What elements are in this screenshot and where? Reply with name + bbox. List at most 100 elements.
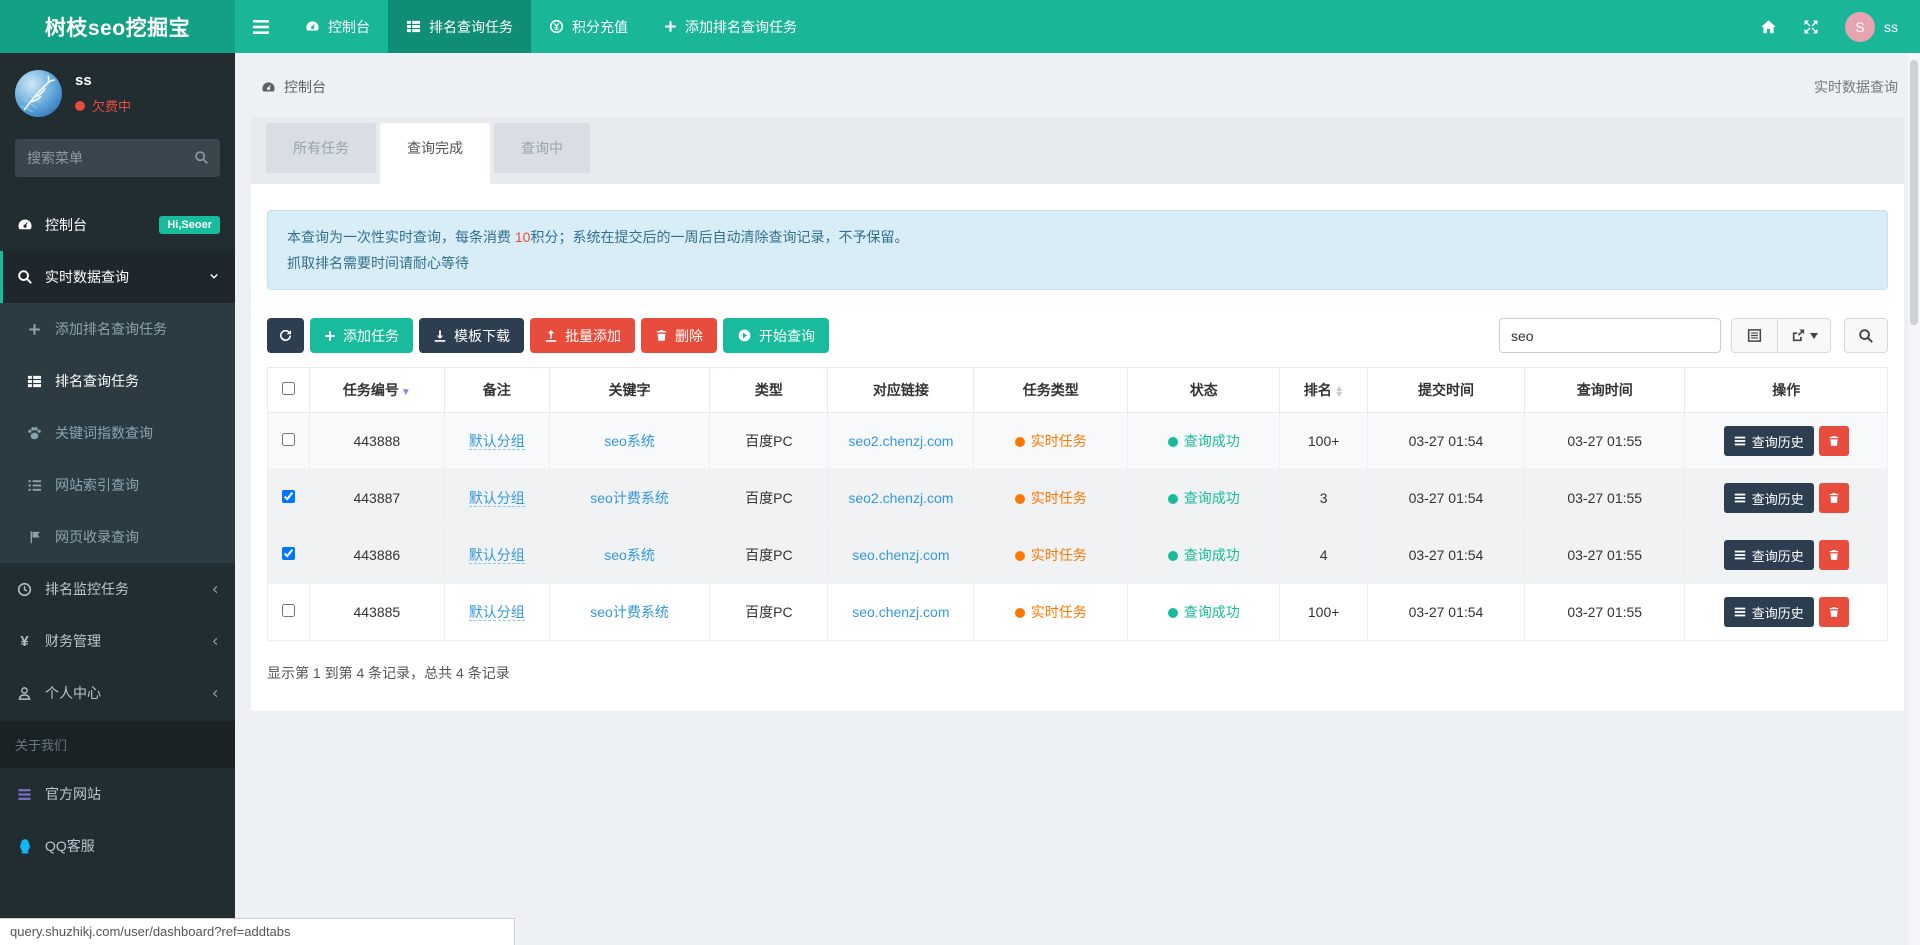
sidebar-item-site-index[interactable]: 网站索引查询 bbox=[0, 459, 235, 511]
nav-label-rank-tasks: 排名查询任务 bbox=[429, 17, 513, 37]
sidebar-toggle-button[interactable] bbox=[235, 0, 287, 53]
group-link[interactable]: 默认分组 bbox=[469, 547, 525, 564]
export-button[interactable] bbox=[1777, 318, 1831, 353]
nav-item-add-task[interactable]: 添加排名查询任务 bbox=[646, 0, 815, 53]
account-status: 欠费中 bbox=[75, 96, 131, 115]
task-panel: 所有任务 查询完成 查询中 本查询为一次性实时查询，每条消费 10积分；系统在提… bbox=[251, 117, 1904, 711]
nav-item-credits[interactable]: 积分充值 bbox=[531, 0, 646, 53]
sidebar-item-rank-query-tasks[interactable]: 排名查询任务 bbox=[0, 355, 235, 407]
table-icon bbox=[406, 19, 421, 34]
sort-desc-icon: ▼ bbox=[401, 387, 411, 398]
sidebar-item-rank-monitor[interactable]: 排名监控任务 bbox=[0, 563, 235, 615]
keyword-link[interactable]: seo系统 bbox=[604, 547, 655, 563]
status-dot bbox=[1168, 437, 1178, 447]
menu-search-input[interactable] bbox=[15, 139, 220, 177]
group-link[interactable]: 默认分组 bbox=[469, 433, 525, 450]
delete-row-button[interactable] bbox=[1819, 483, 1849, 513]
list-icon bbox=[15, 787, 34, 802]
target-link[interactable]: seo2.chenzj.com bbox=[848, 433, 953, 449]
sidebar: ss 欠费中 控制台 Hi,Seoer 实时数据查询 bbox=[0, 53, 235, 945]
target-link[interactable]: seo.chenzj.com bbox=[852, 604, 949, 620]
status-url-bar: query.shuzhikj.com/user/dashboard?ref=ad… bbox=[0, 918, 515, 945]
sidebar-item-add-rank-task[interactable]: 添加排名查询任务 bbox=[0, 303, 235, 355]
add-task-button[interactable]: 添加任务 bbox=[310, 318, 413, 353]
row-checkbox[interactable] bbox=[282, 433, 295, 446]
start-query-button[interactable]: 开始查询 bbox=[723, 318, 829, 353]
task-type-dot bbox=[1015, 608, 1025, 618]
task-type-dot bbox=[1015, 551, 1025, 561]
col-keyword: 关键字 bbox=[549, 368, 709, 413]
download-icon bbox=[433, 329, 447, 343]
sidebar-item-page-inclusion[interactable]: 网页收录查询 bbox=[0, 511, 235, 563]
target-link[interactable]: seo.chenzj.com bbox=[852, 547, 949, 563]
row-checkbox[interactable] bbox=[282, 547, 295, 560]
tab-query-done[interactable]: 查询完成 bbox=[380, 123, 490, 184]
scrollbar-thumb[interactable] bbox=[1910, 60, 1918, 325]
sidebar-item-qq-support[interactable]: QQ客服 bbox=[0, 820, 235, 872]
chevron-left-icon bbox=[209, 584, 220, 595]
table-header-row: 任务编号▼ 备注 关键字 类型 对应链接 任务类型 状态 排名▲▼ 提交时间 查… bbox=[268, 368, 1888, 413]
tab-query-running[interactable]: 查询中 bbox=[494, 123, 590, 173]
batch-add-button[interactable]: 批量添加 bbox=[530, 318, 635, 353]
tab-all-tasks[interactable]: 所有任务 bbox=[266, 123, 376, 173]
breadcrumb[interactable]: 控制台 bbox=[261, 77, 326, 97]
group-link[interactable]: 默认分组 bbox=[469, 604, 525, 621]
target-link[interactable]: seo2.chenzj.com bbox=[848, 490, 953, 506]
qq-icon bbox=[15, 838, 34, 854]
select-all-checkbox[interactable] bbox=[282, 382, 295, 395]
username-label: ss bbox=[1884, 19, 1898, 35]
history-button[interactable]: 查询历史 bbox=[1724, 540, 1814, 570]
toggle-view-button[interactable] bbox=[1731, 318, 1778, 353]
cost-highlight: 10 bbox=[515, 229, 531, 245]
avatar: S bbox=[1845, 12, 1875, 42]
col-task-id[interactable]: 任务编号▼ bbox=[310, 368, 444, 413]
delete-row-button[interactable] bbox=[1819, 540, 1849, 570]
search-icon bbox=[15, 269, 34, 285]
delete-row-button[interactable] bbox=[1819, 597, 1849, 627]
group-link[interactable]: 默认分组 bbox=[469, 490, 525, 507]
tab-bar: 所有任务 查询完成 查询中 bbox=[251, 117, 1904, 184]
nav-item-console[interactable]: 控制台 bbox=[287, 0, 388, 53]
sidebar-item-finance[interactable]: ¥ 财务管理 bbox=[0, 615, 235, 667]
delete-row-button[interactable] bbox=[1819, 426, 1849, 456]
template-download-button[interactable]: 模板下载 bbox=[419, 318, 524, 353]
delete-button[interactable]: 删除 bbox=[641, 318, 717, 353]
plus-icon bbox=[25, 323, 44, 336]
col-rank[interactable]: 排名▲▼ bbox=[1280, 368, 1367, 413]
refresh-button[interactable] bbox=[267, 318, 304, 353]
greeting-badge: Hi,Seoer bbox=[159, 216, 220, 234]
yen-icon: ¥ bbox=[15, 633, 34, 650]
status-dot bbox=[1168, 494, 1178, 504]
sidebar-item-official-site[interactable]: 官方网站 bbox=[0, 768, 235, 820]
fullscreen-button[interactable] bbox=[1803, 19, 1819, 35]
row-checkbox[interactable] bbox=[282, 490, 295, 503]
trash-icon bbox=[1828, 435, 1840, 447]
keyword-link[interactable]: seo系统 bbox=[604, 433, 655, 449]
app-logo[interactable]: 树枝seo挖掘宝 bbox=[0, 0, 235, 53]
row-checkbox[interactable] bbox=[282, 604, 295, 617]
table-search-input[interactable] bbox=[1499, 318, 1721, 353]
sidebar-item-dashboard[interactable]: 控制台 Hi,Seoer bbox=[0, 199, 235, 251]
status-dot bbox=[1168, 608, 1178, 618]
sidebar-item-profile[interactable]: 个人中心 bbox=[0, 667, 235, 719]
col-query-time: 查询时间 bbox=[1525, 368, 1685, 413]
info-alert: 本查询为一次性实时查询，每条消费 10积分；系统在提交后的一周后自动清除查询记录… bbox=[267, 210, 1888, 290]
chevron-down-icon bbox=[208, 271, 220, 283]
sidebar-item-realtime-query[interactable]: 实时数据查询 bbox=[0, 251, 235, 303]
page-scrollbar bbox=[1908, 53, 1920, 945]
upload-icon bbox=[544, 329, 558, 343]
user-menu[interactable]: S ss bbox=[1845, 12, 1898, 42]
nav-item-rank-tasks[interactable]: 排名查询任务 bbox=[388, 0, 531, 53]
history-button[interactable]: 查询历史 bbox=[1724, 426, 1814, 456]
sidebar-item-keyword-index[interactable]: 关键词指数查询 bbox=[0, 407, 235, 459]
home-button[interactable] bbox=[1760, 19, 1777, 35]
search-button[interactable] bbox=[1844, 318, 1888, 353]
coin-icon bbox=[549, 19, 564, 34]
top-navbar: 树枝seo挖掘宝 控制台 排名查询任务 积分充值 添加排名查询任务 bbox=[0, 0, 1920, 53]
history-button[interactable]: 查询历史 bbox=[1724, 483, 1814, 513]
refresh-icon bbox=[278, 328, 293, 343]
keyword-link[interactable]: seo计费系统 bbox=[590, 604, 669, 620]
history-button[interactable]: 查询历史 bbox=[1724, 597, 1814, 627]
keyword-link[interactable]: seo计费系统 bbox=[590, 490, 669, 506]
page-title: 实时数据查询 bbox=[1814, 77, 1898, 97]
